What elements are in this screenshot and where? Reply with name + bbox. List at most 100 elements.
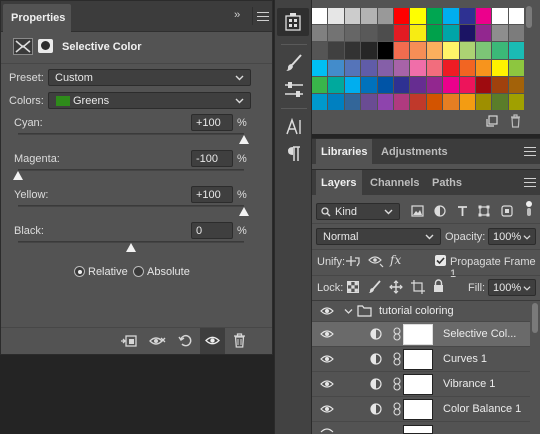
color-swatch[interactable] xyxy=(410,8,426,25)
layer-row[interactable]: Vibrance 1 xyxy=(312,372,530,397)
color-swatch[interactable] xyxy=(492,42,508,59)
color-swatch[interactable] xyxy=(328,8,344,25)
color-swatch[interactable] xyxy=(508,8,525,25)
delete-icon[interactable] xyxy=(233,333,246,348)
color-swatch[interactable] xyxy=(426,25,443,42)
color-swatch[interactable] xyxy=(410,25,426,42)
absolute-label[interactable]: Absolute xyxy=(147,266,190,278)
tab-properties[interactable]: Properties xyxy=(3,4,71,32)
magenta-slider-track[interactable] xyxy=(18,169,244,171)
color-swatch[interactable] xyxy=(344,42,361,59)
fill-field[interactable]: 100% xyxy=(488,279,536,296)
color-swatch[interactable] xyxy=(492,76,508,93)
color-swatch[interactable] xyxy=(312,76,328,93)
color-swatch[interactable] xyxy=(443,76,459,93)
color-swatch[interactable] xyxy=(394,94,410,111)
filter-kind-dropdown[interactable]: Kind xyxy=(316,203,400,220)
colors-dropdown[interactable]: Greens xyxy=(48,92,251,109)
layer-mask-icon[interactable] xyxy=(38,39,53,53)
color-swatch[interactable] xyxy=(344,94,361,111)
color-swatch[interactable] xyxy=(426,8,443,25)
color-swatch[interactable] xyxy=(377,76,393,93)
black-slider-thumb[interactable] xyxy=(126,243,136,252)
color-swatch[interactable] xyxy=(426,59,443,76)
brush-presets-icon[interactable] xyxy=(284,81,304,99)
mask-link-icon[interactable] xyxy=(393,352,401,366)
color-swatch[interactable] xyxy=(344,8,361,25)
lock-all-icon[interactable] xyxy=(433,279,444,293)
preset-dropdown[interactable]: Custom xyxy=(48,69,251,86)
smart-object-filter-icon[interactable] xyxy=(501,205,513,217)
filter-toggle[interactable] xyxy=(525,201,533,217)
color-swatch[interactable] xyxy=(443,59,459,76)
type-layer-filter-icon[interactable] xyxy=(457,205,468,217)
color-swatch[interactable] xyxy=(426,76,443,93)
yellow-value-field[interactable]: +100 xyxy=(191,186,233,203)
tab-libraries[interactable]: Libraries xyxy=(316,139,372,165)
cyan-slider-thumb[interactable] xyxy=(239,135,249,144)
propagate-label[interactable]: Propagate Frame 1 xyxy=(450,256,540,280)
color-swatch[interactable] xyxy=(394,8,410,25)
tab-layers[interactable]: Layers xyxy=(316,170,362,196)
visibility-icon[interactable] xyxy=(320,329,334,339)
color-swatch[interactable] xyxy=(476,76,492,93)
yellow-slider-thumb[interactable] xyxy=(239,207,249,216)
color-swatch[interactable] xyxy=(394,76,410,93)
layer-row[interactable]: Curves 1 xyxy=(312,347,530,372)
relative-radio[interactable] xyxy=(74,266,85,277)
magenta-value-field[interactable]: -100 xyxy=(191,150,233,167)
color-swatch[interactable] xyxy=(443,42,459,59)
color-swatch[interactable] xyxy=(426,42,443,59)
color-swatch[interactable] xyxy=(459,76,475,93)
visibility-toggle[interactable] xyxy=(200,328,225,354)
color-swatch[interactable] xyxy=(459,94,475,111)
color-swatch[interactable] xyxy=(312,42,328,59)
color-swatch[interactable] xyxy=(476,94,492,111)
color-swatch[interactable] xyxy=(492,94,508,111)
layer-row[interactable]: Color Balance 1 xyxy=(312,397,530,422)
blend-mode-dropdown[interactable]: Normal xyxy=(316,228,441,245)
propagate-checkbox[interactable] xyxy=(435,255,446,266)
lock-artboard-icon[interactable] xyxy=(411,280,425,294)
panel-menu-icon[interactable] xyxy=(524,178,536,187)
color-swatch[interactable] xyxy=(476,42,492,59)
color-swatch[interactable] xyxy=(410,76,426,93)
lock-transparent-pixels-icon[interactable] xyxy=(347,281,359,293)
color-swatch[interactable] xyxy=(476,8,492,25)
color-swatch[interactable] xyxy=(410,59,426,76)
color-swatch[interactable] xyxy=(508,76,525,93)
unify-position-icon[interactable] xyxy=(345,254,361,268)
color-swatch[interactable] xyxy=(426,94,443,111)
color-swatch[interactable] xyxy=(394,59,410,76)
color-swatch[interactable] xyxy=(508,25,525,42)
color-swatch[interactable] xyxy=(361,59,377,76)
color-swatch[interactable] xyxy=(377,25,393,42)
color-swatch[interactable] xyxy=(492,25,508,42)
color-swatch[interactable] xyxy=(361,42,377,59)
color-swatch[interactable] xyxy=(443,94,459,111)
panel-menu-icon[interactable] xyxy=(524,147,536,156)
relative-label[interactable]: Relative xyxy=(88,266,128,278)
color-swatch[interactable] xyxy=(377,59,393,76)
layer-mask-thumbnail[interactable] xyxy=(403,425,433,434)
color-swatch[interactable] xyxy=(394,42,410,59)
layer-mask-thumbnail[interactable] xyxy=(403,399,433,420)
layer-mask-thumbnail[interactable] xyxy=(403,324,433,345)
adjustment-type-icon[interactable] xyxy=(13,38,33,55)
color-swatch[interactable] xyxy=(459,25,475,42)
color-swatch[interactable] xyxy=(410,42,426,59)
mask-link-icon[interactable] xyxy=(393,377,401,391)
layer-mask-thumbnail[interactable] xyxy=(403,349,433,370)
color-swatch[interactable] xyxy=(312,25,328,42)
brush-settings-icon[interactable] xyxy=(285,54,303,72)
color-swatch[interactable] xyxy=(328,42,344,59)
color-swatch[interactable] xyxy=(312,8,328,25)
color-swatch[interactable] xyxy=(312,59,328,76)
color-swatch[interactable] xyxy=(476,59,492,76)
color-swatch[interactable] xyxy=(344,25,361,42)
new-swatch-icon[interactable] xyxy=(486,115,498,127)
opacity-field[interactable]: 100% xyxy=(488,228,536,245)
layer-mask-thumbnail[interactable] xyxy=(403,374,433,395)
color-swatch[interactable] xyxy=(492,59,508,76)
color-swatch[interactable] xyxy=(410,94,426,111)
